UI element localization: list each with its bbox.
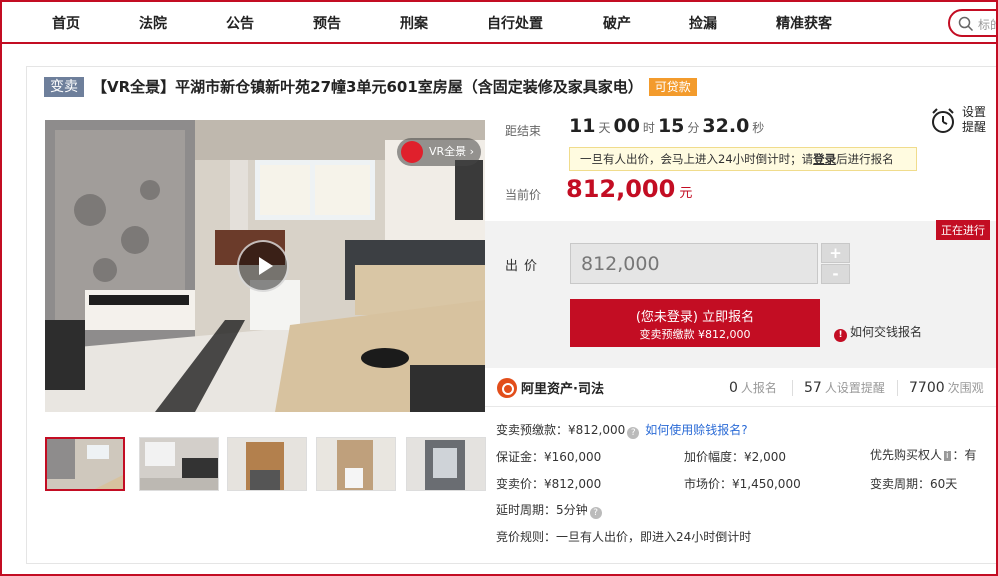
delay-period: 延时周期：5分钟? (496, 501, 602, 519)
status-badge: 正在进行 (936, 220, 990, 240)
signup-button-label: (您未登录) 立即报名 (635, 310, 755, 325)
priority-buyer-value: ：有 (952, 448, 977, 462)
signup-count-value: 0 (729, 380, 738, 396)
view-count: 7700 次围观 (909, 379, 984, 396)
thumbnail-1[interactable] (45, 437, 125, 491)
countdown-hours: 00 (613, 115, 640, 137)
view-count-unit: 次围观 (947, 381, 984, 395)
delay-period-text: 延时周期：5分钟 (496, 503, 588, 517)
search-placeholder: 标的 (978, 18, 998, 32)
set-reminder-label: 设置提醒 (962, 105, 987, 134)
divider (897, 380, 898, 396)
thumbnail-3[interactable] (227, 437, 307, 491)
signup-deposit-label: 变卖预缴款 ¥812,000 (639, 328, 751, 341)
nav-item-precision[interactable]: 精准获客 (776, 13, 832, 33)
nav-item-self-disposal[interactable]: 自行处置 (487, 13, 543, 33)
current-price-value: 812,000 (566, 175, 676, 203)
countdown-minutes: 15 (657, 115, 685, 137)
vr-label: VR全景 (429, 145, 467, 158)
sale-price: 变卖价：¥812,000 (496, 477, 602, 491)
info-icon: ! (834, 329, 847, 342)
bid-notice: 一旦有人出价，会马上进入24小时倒计时；请登录后进行报名 (569, 147, 917, 171)
vr-icon (401, 141, 423, 163)
title-row: 变卖 【VR全景】平湖市新仓镇新叶苑27幢3单元601室房屋（含固定装修及家具家电… (44, 76, 697, 98)
payment-howto-label: 如何交钱报名 (850, 325, 923, 339)
nav-item-preview[interactable]: 预告 (313, 13, 341, 33)
thumbnail-2[interactable] (139, 437, 219, 491)
brand: 阿里资产·司法 (497, 378, 604, 398)
thumbnail-4[interactable] (316, 437, 396, 491)
countdown-label: 距结束 (505, 124, 542, 138)
nav-item-bargain[interactable]: 捡漏 (689, 13, 717, 33)
bid-label: 出价 (505, 259, 544, 274)
payment-howto-link[interactable]: ! 如何交钱报名 (834, 323, 922, 342)
sale-period: 变卖周期：60天 (870, 477, 958, 491)
reminder-count: 57 人设置提醒 (804, 379, 885, 396)
market-price: 市场价：¥1,450,000 (684, 477, 801, 491)
brand-logo-icon (497, 378, 517, 398)
divider (485, 406, 998, 407)
question-icon[interactable]: ? (589, 507, 602, 519)
signup-button[interactable]: (您未登录) 立即报名 变卖预缴款 ¥812,000 (570, 299, 820, 347)
priority-buyer: 优先购买权人 i ：有 (870, 446, 977, 463)
deposit-amount: 变卖预缴款：¥812,000 (496, 423, 626, 437)
alarm-clock-icon (930, 107, 956, 139)
search-input[interactable]: 标的 (948, 9, 998, 37)
current-price-label: 当前价 (505, 188, 542, 202)
bid-amount-input[interactable]: 812,000 (570, 243, 818, 284)
nav-item-notice[interactable]: 公告 (226, 13, 254, 33)
question-icon[interactable]: ? (627, 427, 640, 439)
priority-buyer-label: 优先购买权人 (870, 448, 943, 462)
current-price: 812,000 元 (566, 175, 692, 203)
nav-item-court[interactable]: 法院 (139, 13, 167, 33)
deposit-row: 变卖预缴款：¥812,000? 如何使用赊钱报名? (496, 421, 748, 439)
view-count-value: 7700 (909, 380, 945, 396)
loan-badge: 可贷款 (648, 77, 697, 96)
countdown-minutes-unit: 分 (687, 121, 700, 135)
page-title: 【VR全景】平湖市新仓镇新叶苑27幢3单元601室房屋（含固定装修及家具家电） (92, 78, 643, 96)
login-link[interactable]: 登录 (813, 152, 836, 166)
set-reminder-button[interactable]: 设置提醒 (928, 105, 998, 141)
top-nav: 首页 法院 公告 预告 刑案 自行处置 破产 捡漏 精准获客 标的 (0, 0, 998, 44)
signup-count: 0 人报名 (729, 379, 777, 396)
sale-type-badge: 变卖 (44, 76, 84, 97)
play-icon[interactable] (237, 240, 289, 292)
countdown-seconds: 32.0 (702, 115, 750, 137)
nav-item-bankruptcy[interactable]: 破产 (603, 13, 631, 33)
signup-count-unit: 人报名 (740, 381, 777, 395)
decrease-bid-button[interactable]: - (821, 264, 850, 284)
nav-item-home[interactable]: 首页 (52, 13, 80, 33)
credit-signup-link[interactable]: 如何使用赊钱报名? (645, 423, 747, 437)
notice-text-before: 一旦有人出价，会马上进入24小时倒计时；请 (580, 152, 814, 166)
chevron-right-icon: › (469, 145, 475, 158)
countdown-hours-unit: 时 (642, 121, 655, 135)
countdown-timer: 11 天 00 时 15 分 32.0 秒 (569, 115, 767, 137)
countdown-days: 11 (569, 115, 596, 137)
main-photo[interactable]: VR全景 › (45, 120, 485, 412)
guarantee-deposit: 保证金：¥160,000 (496, 450, 602, 464)
notice-text-after: 后进行报名 (836, 152, 894, 166)
reminder-count-unit: 人设置提醒 (824, 381, 885, 395)
nav-item-criminal[interactable]: 刑案 (400, 13, 428, 33)
countdown-days-unit: 天 (598, 121, 611, 135)
thumbnail-5[interactable] (406, 437, 486, 491)
priority-info-icon[interactable]: i (944, 451, 951, 461)
search-icon (958, 16, 974, 36)
current-price-unit: 元 (679, 186, 693, 201)
countdown-seconds-unit: 秒 (752, 121, 765, 135)
brand-name: 阿里资产·司法 (521, 382, 604, 397)
divider (792, 380, 793, 396)
reminder-count-value: 57 (804, 380, 822, 396)
vr-panorama-button[interactable]: VR全景 › (397, 138, 481, 166)
increase-bid-button[interactable]: + (821, 243, 850, 263)
bid-increment: 加价幅度：¥2,000 (684, 450, 786, 464)
bidding-rule: 竞价规则：一旦有人出价，即进入24小时倒计时 (496, 530, 752, 544)
